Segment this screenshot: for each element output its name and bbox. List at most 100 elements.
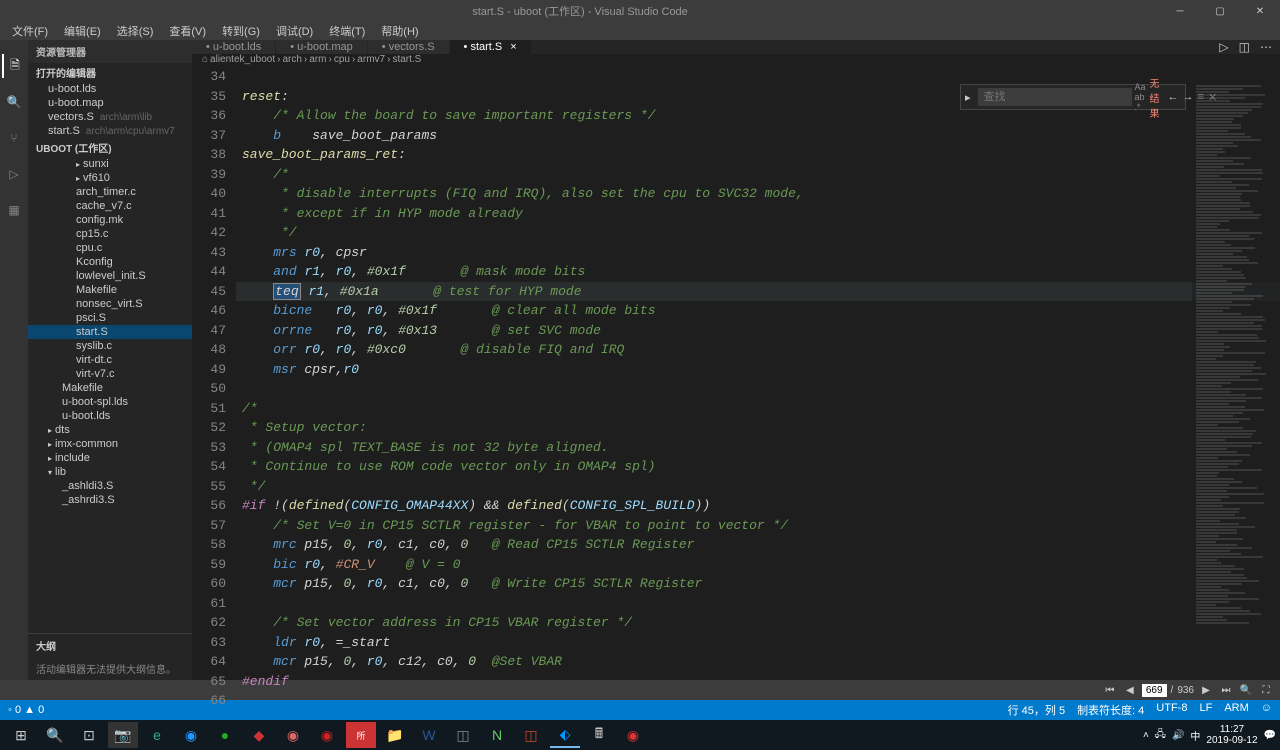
- editor-tab[interactable]: • u-boot.lds: [192, 40, 276, 54]
- home-icon[interactable]: ⌂: [202, 54, 208, 65]
- tab-close-icon[interactable]: ×: [510, 41, 516, 53]
- tree-file[interactable]: virt-dt.c: [28, 353, 192, 367]
- tray-time[interactable]: 11:27: [1206, 724, 1257, 735]
- taskbar-app-browser[interactable]: ◉: [176, 722, 206, 748]
- tree-file[interactable]: nonsec_virt.S: [28, 297, 192, 311]
- taskbar-app-reader[interactable]: ◫: [448, 722, 478, 748]
- tree-file[interactable]: config.mk: [28, 213, 192, 227]
- tree-file[interactable]: psci.S: [28, 311, 192, 325]
- tree-file[interactable]: Makefile: [28, 381, 192, 395]
- text-editor[interactable]: 3435363738394041424344454647484950515253…: [192, 65, 1280, 711]
- taskbar-app-calc[interactable]: 🖩: [584, 722, 614, 748]
- source-control-icon[interactable]: ⑂: [2, 126, 26, 150]
- taskbar-app-notepad[interactable]: N: [482, 722, 512, 748]
- code-content[interactable]: reset: /* Allow the board to save import…: [236, 65, 1280, 711]
- menu-item[interactable]: 终端(T): [321, 22, 373, 40]
- tree-file[interactable]: start.S: [28, 325, 192, 339]
- taskview-button[interactable]: ⊡: [74, 722, 104, 748]
- tree-folder[interactable]: dts: [28, 423, 192, 437]
- tray-ime-icon[interactable]: 中: [1190, 728, 1200, 743]
- tray-date[interactable]: 2019-09-12: [1206, 735, 1257, 746]
- breadcrumb-item[interactable]: alientek_uboot: [210, 54, 275, 65]
- explorer-icon[interactable]: 🗎: [2, 54, 26, 78]
- menu-item[interactable]: 转到(G): [214, 22, 268, 40]
- menu-item[interactable]: 选择(S): [109, 22, 162, 40]
- outline-message: 活动编辑器无法提供大纲信息。: [28, 657, 192, 680]
- workspace-header[interactable]: UBOOT (工作区): [28, 138, 192, 157]
- menu-item[interactable]: 查看(V): [161, 22, 214, 40]
- open-editor-item[interactable]: start.Sarch\arm\cpu\armv7: [28, 124, 192, 138]
- tab-bar: • u-boot.lds• u-boot.map• vectors.S• sta…: [192, 40, 1280, 54]
- breadcrumb-item[interactable]: start.S: [392, 54, 421, 65]
- search-icon[interactable]: 🔍: [2, 90, 26, 114]
- minimap[interactable]: [1192, 84, 1280, 680]
- tree-file[interactable]: Makefile: [28, 283, 192, 297]
- status-problems[interactable]: ◦ 0 ▲ 0: [8, 704, 44, 716]
- taskbar-app-explorer[interactable]: 📁: [380, 722, 410, 748]
- taskbar-app-ppt[interactable]: ◫: [516, 722, 546, 748]
- open-editor-item[interactable]: u-boot.map: [28, 96, 192, 110]
- menu-item[interactable]: 文件(F): [4, 22, 56, 40]
- open-editor-item[interactable]: u-boot.lds: [28, 82, 192, 96]
- tree-file[interactable]: Kconfig: [28, 255, 192, 269]
- outline-header[interactable]: 大纲: [28, 633, 192, 657]
- tree-file[interactable]: lowlevel_init.S: [28, 269, 192, 283]
- tree-file[interactable]: _ashrdi3.S: [28, 493, 192, 507]
- tree-file[interactable]: arch_timer.c: [28, 185, 192, 199]
- tray-network-icon[interactable]: 🖧: [1155, 727, 1166, 744]
- tree-file[interactable]: cache_v7.c: [28, 199, 192, 213]
- tree-file[interactable]: cpu.c: [28, 241, 192, 255]
- tree-file[interactable]: u-boot-spl.lds: [28, 395, 192, 409]
- more-icon[interactable]: ⋯: [1260, 40, 1272, 54]
- extensions-icon[interactable]: ▦: [2, 198, 26, 222]
- taskbar-app-vscode[interactable]: ⬖: [550, 722, 580, 748]
- search-button[interactable]: 🔍: [40, 722, 70, 748]
- activity-bar: 🗎 🔍 ⑂ ▷ ▦: [0, 40, 28, 680]
- tree-folder[interactable]: sunxi: [28, 157, 192, 171]
- line-gutter: 3435363738394041424344454647484950515253…: [192, 65, 236, 711]
- editor-tab[interactable]: • vectors.S: [368, 40, 450, 54]
- taskbar-app-camera[interactable]: 📷: [108, 722, 138, 748]
- menu-item[interactable]: 调试(D): [268, 22, 321, 40]
- taskbar-app-music[interactable]: ◉: [312, 722, 342, 748]
- taskbar-app-wechat[interactable]: ●: [210, 722, 240, 748]
- close-button[interactable]: ✕: [1240, 0, 1280, 22]
- tree-file[interactable]: virt-v7.c: [28, 367, 192, 381]
- breadcrumb[interactable]: ⌂ alientek_uboot › arch › arm › cpu › ar…: [192, 54, 1280, 65]
- start-button[interactable]: ⊞: [6, 722, 36, 748]
- breadcrumb-item[interactable]: arch: [282, 54, 301, 65]
- tree-folder[interactable]: vf610: [28, 171, 192, 185]
- menu-item[interactable]: 帮助(H): [373, 22, 426, 40]
- taskbar-app-box[interactable]: 所: [346, 722, 376, 748]
- tree-file[interactable]: cp15.c: [28, 227, 192, 241]
- editor-tab[interactable]: • u-boot.map: [276, 40, 368, 54]
- open-editor-item[interactable]: vectors.Sarch\arm\lib: [28, 110, 192, 124]
- tree-file[interactable]: u-boot.lds: [28, 409, 192, 423]
- minimize-button[interactable]: ─: [1160, 0, 1200, 22]
- tray-volume-icon[interactable]: 🔊: [1172, 730, 1184, 741]
- breadcrumb-item[interactable]: armv7: [357, 54, 385, 65]
- breadcrumb-item[interactable]: cpu: [334, 54, 350, 65]
- run-icon[interactable]: ▷: [1219, 40, 1228, 54]
- tree-folder[interactable]: lib: [28, 465, 192, 479]
- breadcrumb-item[interactable]: arm: [309, 54, 326, 65]
- tree-file[interactable]: _ashldi3.S: [28, 479, 192, 493]
- tray-up-icon[interactable]: ˄: [1143, 730, 1149, 741]
- taskbar-app-edge[interactable]: e: [142, 722, 172, 748]
- tray-notification-icon[interactable]: 💬: [1264, 730, 1276, 741]
- tab-actions: ▷ ◫ ⋯: [1219, 40, 1280, 54]
- maximize-button[interactable]: ▢: [1200, 0, 1240, 22]
- open-editors-header[interactable]: 打开的编辑器: [28, 63, 192, 82]
- taskbar-app-video[interactable]: ◉: [618, 722, 648, 748]
- editor-tab[interactable]: • start.S×: [450, 40, 532, 54]
- taskbar-app-av[interactable]: ◆: [244, 722, 274, 748]
- taskbar-app-word[interactable]: W: [414, 722, 444, 748]
- tree-file[interactable]: syslib.c: [28, 339, 192, 353]
- menu-item[interactable]: 编辑(E): [56, 22, 109, 40]
- window-title: start.S - uboot (工作区) - Visual Studio Co…: [0, 3, 1160, 19]
- debug-icon[interactable]: ▷: [2, 162, 26, 186]
- tree-folder[interactable]: imx-common: [28, 437, 192, 451]
- tree-folder[interactable]: include: [28, 451, 192, 465]
- taskbar-app-chat[interactable]: ◉: [278, 722, 308, 748]
- split-icon[interactable]: ◫: [1239, 40, 1250, 54]
